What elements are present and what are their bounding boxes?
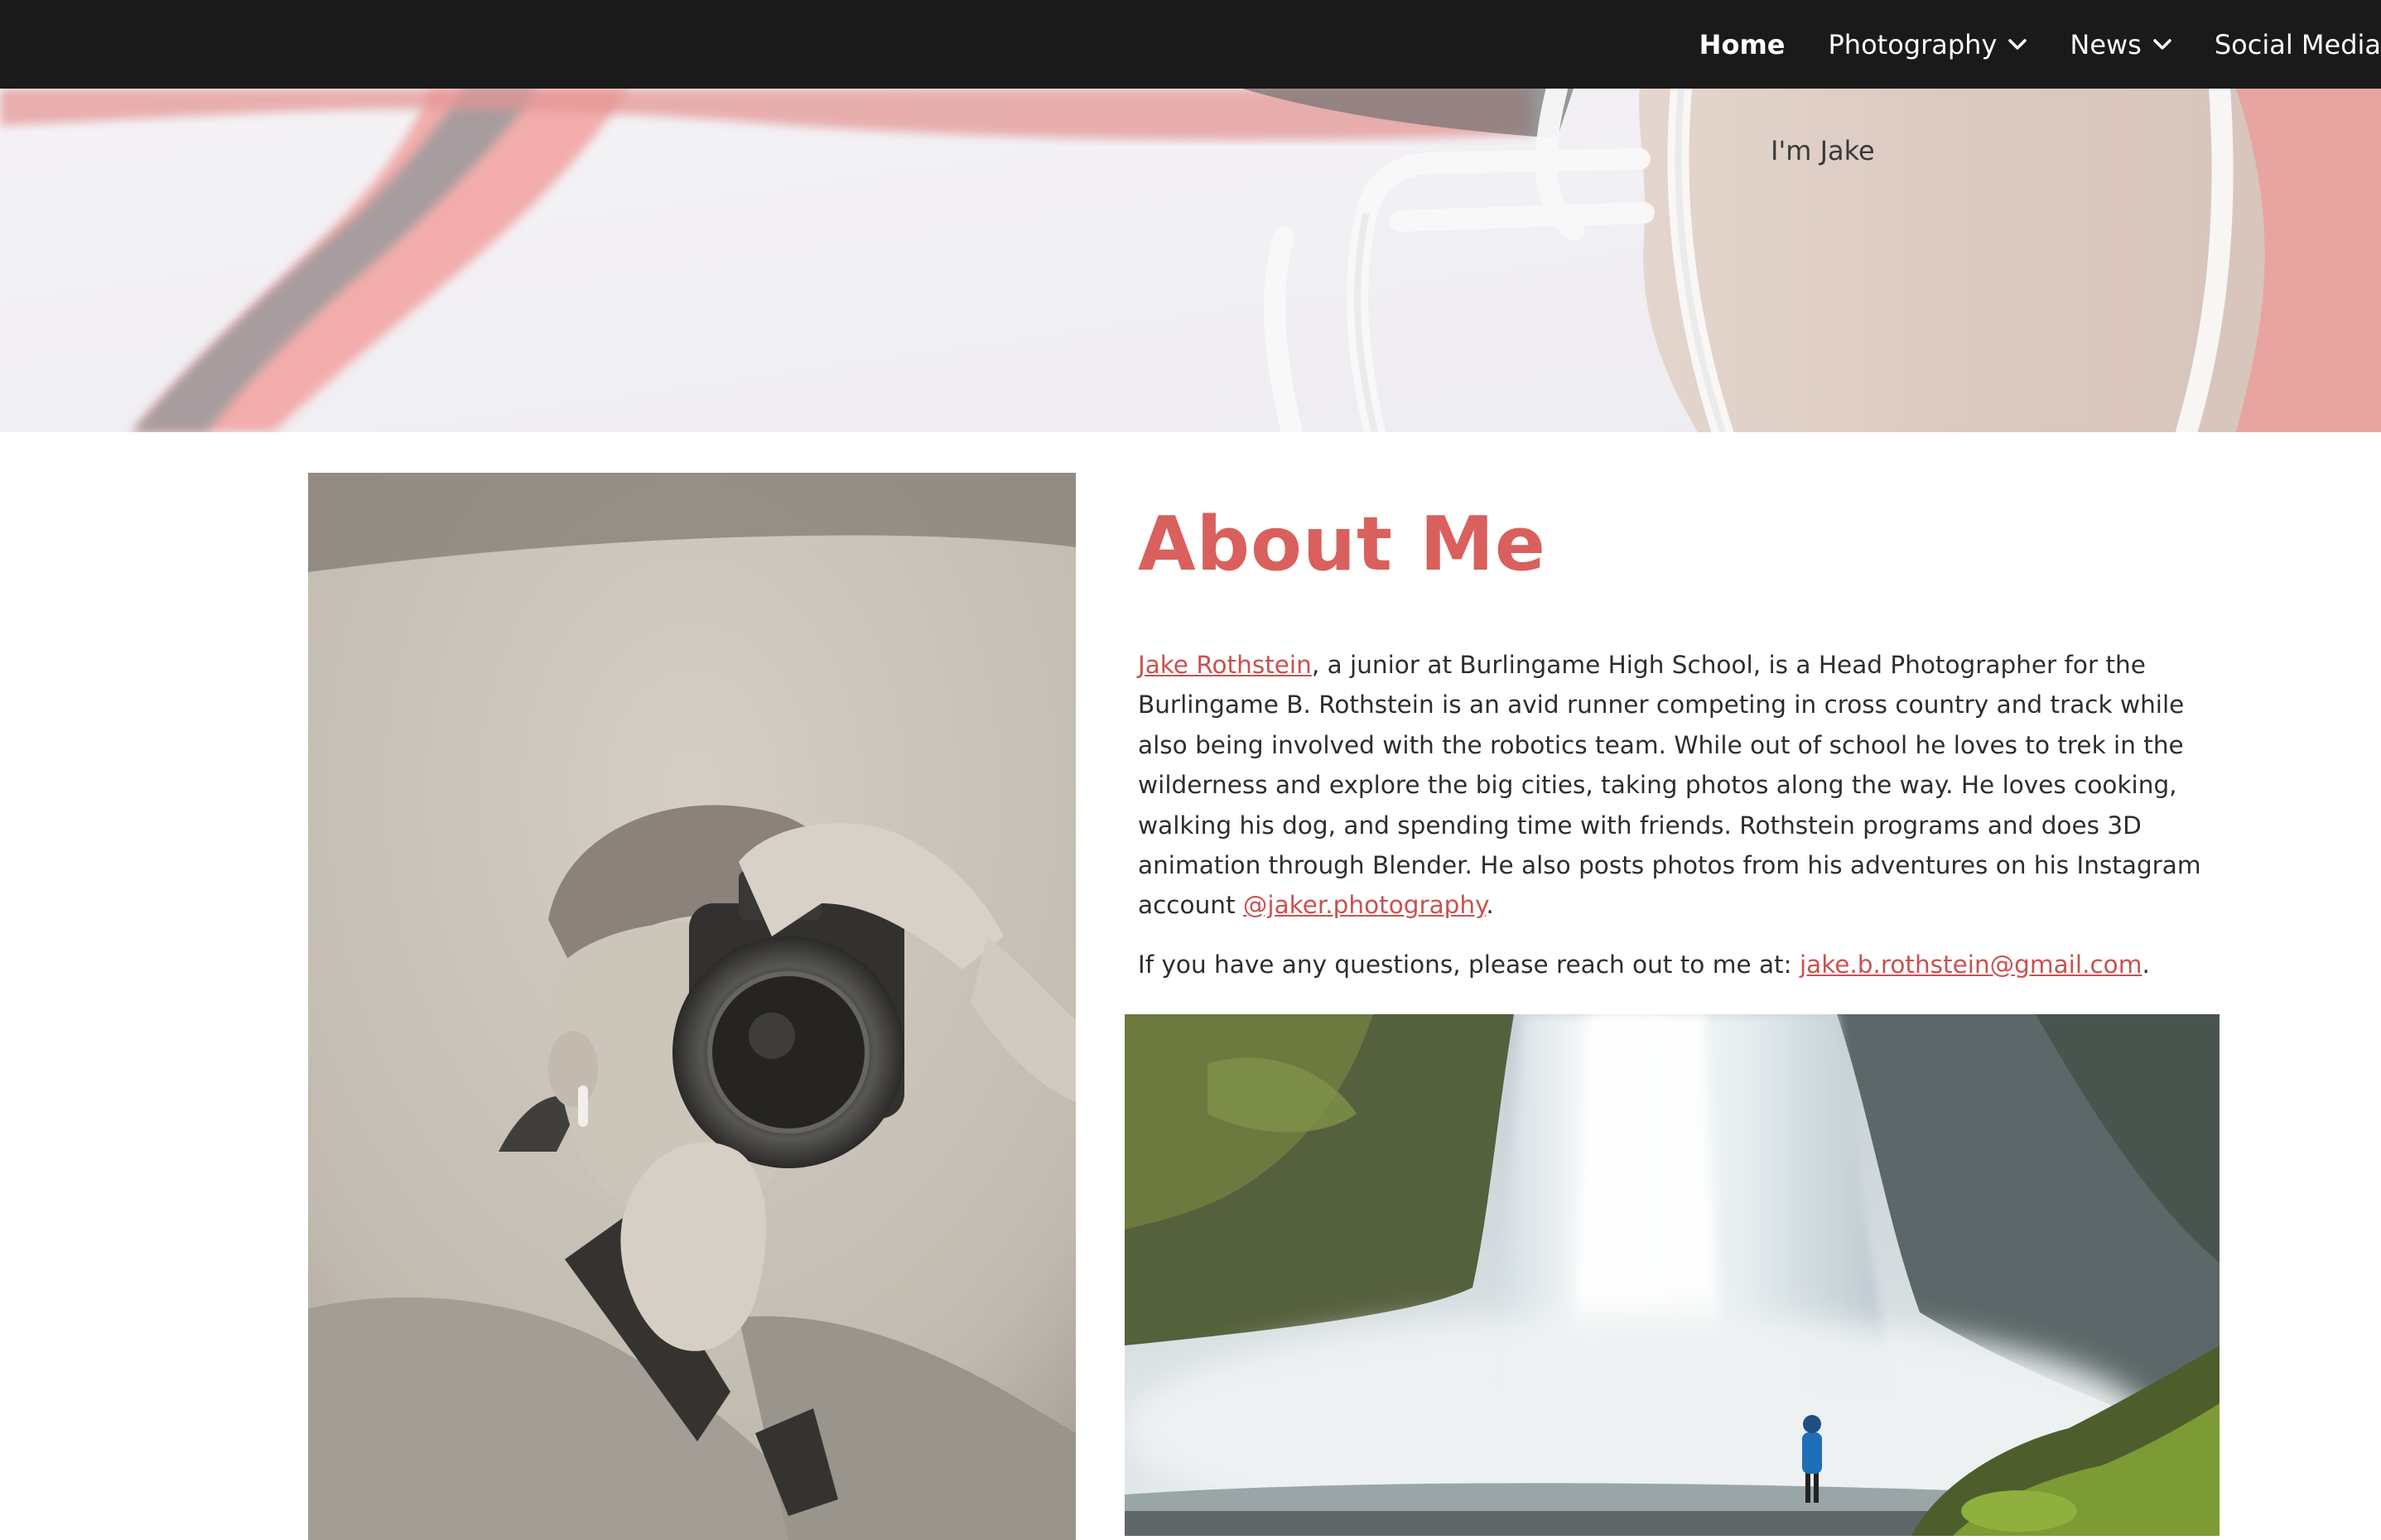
nav-item-label: Home — [1699, 28, 1786, 60]
photographer-portrait-graphic — [308, 473, 1076, 1540]
waterfall-landscape-image — [1125, 1014, 2220, 1536]
waterfall-graphic — [1125, 1014, 2220, 1536]
nav-item-social-media[interactable]: Social Media — [2215, 29, 2381, 60]
contact-end: . — [2142, 950, 2150, 979]
about-me-heading: About Me — [1138, 501, 1546, 588]
bio-end: . — [1486, 891, 1494, 920]
about-bio: Jake Rothstein, a junior at Burlingame H… — [1138, 645, 2215, 926]
instagram-link[interactable]: @jaker.photography — [1243, 891, 1486, 919]
chevron-down-icon — [2008, 38, 2027, 50]
name-link[interactable]: Jake Rothstein — [1138, 651, 1312, 679]
nav-item-photography[interactable]: Photography — [1828, 29, 2027, 60]
nav-item-home[interactable]: Home — [1699, 29, 1786, 60]
nav-menu: Home Photography News Social Media — [1656, 0, 2381, 89]
top-navigation-bar: Home Photography News Social Media — [0, 0, 2381, 89]
bio-paragraph: Jake Rothstein, a junior at Burlingame H… — [1138, 645, 2215, 926]
contact-line: If you have any questions, please reach … — [1138, 950, 2150, 979]
contact-prefix: If you have any questions, please reach … — [1138, 950, 1800, 979]
hero-background-image — [0, 89, 2381, 432]
nav-item-label: Social Media — [2214, 28, 2381, 60]
email-link[interactable]: jake.b.rothstein@gmail.com — [1800, 950, 2142, 979]
hero-banner: I'm Jake — [0, 89, 2381, 432]
bio-text: , a junior at Burlingame High School, is… — [1138, 651, 2201, 920]
photographer-portrait-image — [308, 473, 1076, 1540]
nav-item-news[interactable]: News — [2070, 29, 2171, 60]
hero-tagline: I'm Jake — [1771, 135, 1875, 166]
nav-item-label: News — [2070, 28, 2142, 60]
nav-item-label: Photography — [1828, 28, 1998, 60]
chevron-down-icon — [2153, 38, 2171, 50]
